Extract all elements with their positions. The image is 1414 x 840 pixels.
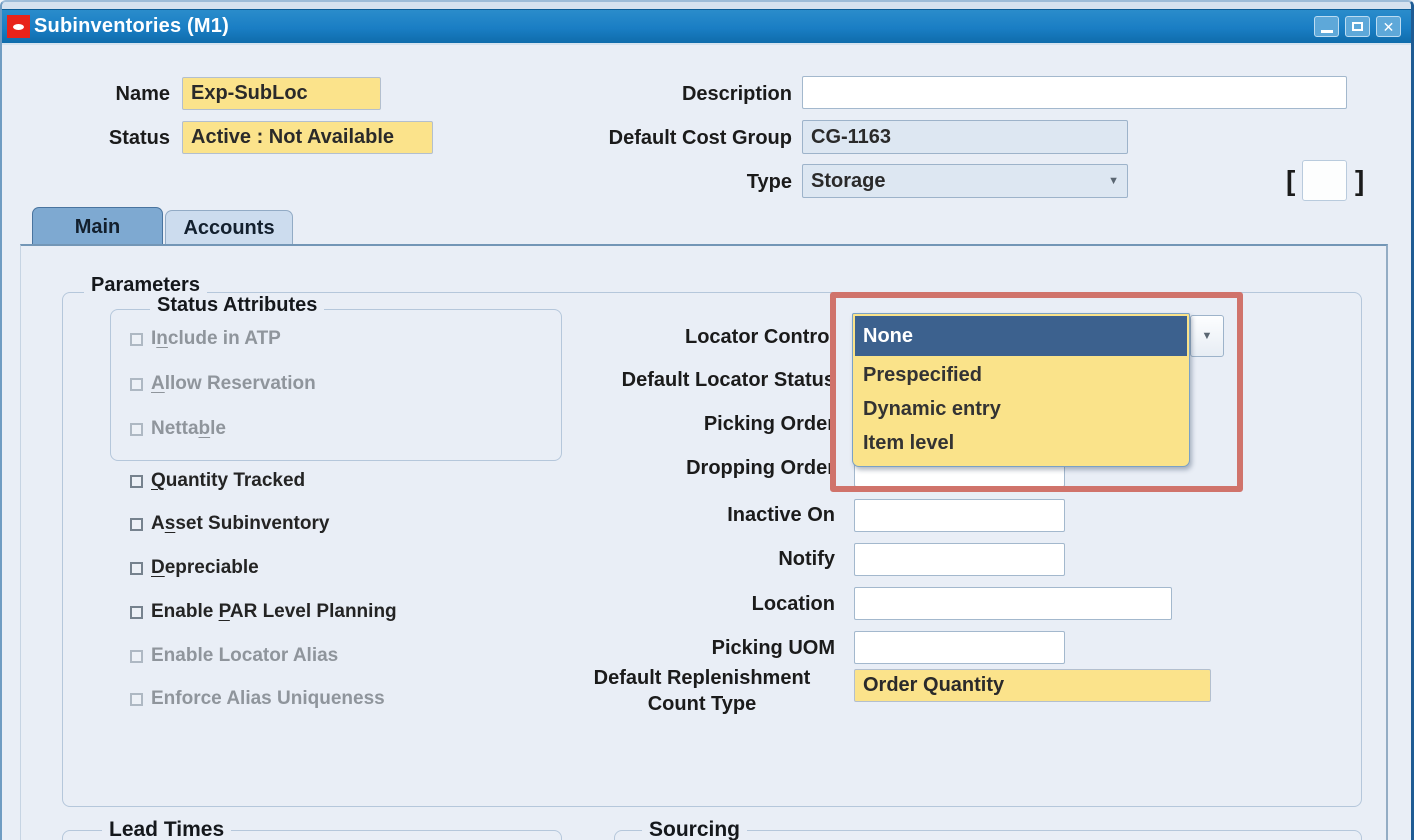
chevron-down-icon: ▼: [1202, 330, 1213, 342]
checkbox-label: Quantity Tracked: [151, 468, 305, 494]
locator-control-label: Locator Control: [562, 324, 835, 350]
label-line-2: Count Type: [557, 691, 847, 717]
maximize-icon: [1352, 22, 1363, 31]
picking-uom-field[interactable]: [854, 631, 1065, 664]
checkbox-allow-reservation: [130, 378, 143, 391]
checkbox-label: Depreciable: [151, 555, 259, 581]
label-line-1: Default Replenishment: [557, 665, 847, 691]
dropping-order-label: Dropping Order: [562, 455, 835, 481]
lead-times-title: Lead Times: [102, 818, 231, 840]
checkbox-label: Enable PAR Level Planning: [151, 599, 397, 625]
checkbox-asset-subinventory[interactable]: [130, 518, 143, 531]
picking-uom-label: Picking UOM: [562, 635, 835, 661]
default-replenishment-count-type-field[interactable]: Order Quantity: [854, 669, 1211, 702]
default-cost-group-field: CG-1163: [802, 120, 1128, 154]
subinventories-window: Subinventories (M1) ✕ Name Exp-SubLoc St…: [0, 0, 1414, 840]
default-locator-status-label: Default Locator Status: [562, 367, 835, 393]
location-label: Location: [562, 591, 835, 617]
descriptive-flexfield[interactable]: [1302, 160, 1347, 201]
checkbox-label: Asset Subinventory: [151, 511, 329, 537]
window-title: Subinventories (M1): [34, 15, 229, 38]
checkbox-enable-locator-alias: [130, 650, 143, 663]
type-label: Type: [562, 169, 792, 195]
checkbox-row-allow-reservation: Allow Reservation: [130, 371, 316, 397]
inactive-on-field[interactable]: [854, 499, 1065, 532]
dropdown-option-prespecified[interactable]: Prespecified: [855, 358, 1187, 392]
checkbox-enforce-alias-uniqueness: [130, 693, 143, 706]
status-field[interactable]: Active : Not Available: [182, 121, 433, 154]
checkbox-include-in-atp: [130, 333, 143, 346]
checkbox-label: Allow Reservation: [151, 371, 316, 397]
checkbox-label: Enforce Alias Uniqueness: [151, 686, 385, 712]
window-frame-strip: [2, 2, 1411, 9]
inactive-on-label: Inactive On: [562, 502, 835, 528]
dropdown-option-none[interactable]: None: [855, 316, 1187, 356]
close-button[interactable]: ✕: [1376, 16, 1401, 37]
name-label: Name: [42, 81, 170, 107]
flexfield-close-bracket: ]: [1355, 165, 1364, 197]
minimize-button[interactable]: [1314, 16, 1339, 37]
name-field[interactable]: Exp-SubLoc: [182, 77, 381, 110]
description-field[interactable]: [802, 76, 1347, 109]
chevron-down-icon: ▼: [1108, 165, 1119, 197]
status-label: Status: [42, 125, 170, 151]
type-value: Storage: [811, 170, 885, 192]
checkbox-quantity-tracked[interactable]: [130, 475, 143, 488]
checkbox-row-depreciable[interactable]: Depreciable: [130, 555, 259, 581]
locator-control-dropdown-list: None Prespecified Dynamic entry Item lev…: [852, 313, 1190, 467]
checkbox-row-quantity-tracked[interactable]: Quantity Tracked: [130, 468, 305, 494]
tab-accounts[interactable]: Accounts: [165, 210, 293, 245]
close-icon: ✕: [1383, 20, 1395, 34]
checkbox-row-nettable: Nettable: [130, 416, 226, 442]
type-dropdown[interactable]: Storage ▼: [802, 164, 1128, 198]
location-field[interactable]: [854, 587, 1172, 620]
checkbox-depreciable[interactable]: [130, 562, 143, 575]
dropdown-option-item-level[interactable]: Item level: [855, 426, 1187, 460]
notify-label: Notify: [562, 546, 835, 572]
minimize-icon: [1321, 30, 1333, 33]
checkbox-row-include-in-atp: Include in ATP: [130, 326, 281, 352]
oracle-logo-icon: [7, 15, 30, 38]
picking-order-label: Picking Order: [562, 411, 835, 437]
checkbox-label: Nettable: [151, 416, 226, 442]
dropdown-option-dynamic-entry[interactable]: Dynamic entry: [855, 392, 1187, 426]
checkbox-row-asset-subinventory[interactable]: Asset Subinventory: [130, 511, 329, 537]
checkbox-label: Include in ATP: [151, 326, 281, 352]
status-attributes-title: Status Attributes: [150, 294, 324, 317]
titlebar[interactable]: Subinventories (M1) ✕: [2, 9, 1411, 45]
tab-main[interactable]: Main: [32, 207, 163, 245]
checkbox-nettable: [130, 423, 143, 436]
checkbox-row-enable-par-level-planning[interactable]: Enable PAR Level Planning: [130, 599, 397, 625]
default-replenishment-count-type-label: Default Replenishment Count Type: [557, 665, 847, 717]
default-cost-group-label: Default Cost Group: [522, 125, 792, 151]
sourcing-title: Sourcing: [642, 818, 747, 840]
description-label: Description: [562, 81, 792, 107]
checkbox-row-enforce-alias-uniqueness: Enforce Alias Uniqueness: [130, 686, 385, 712]
checkbox-label: Enable Locator Alias: [151, 643, 338, 669]
flexfield-open-bracket: [: [1286, 165, 1295, 197]
maximize-button[interactable]: [1345, 16, 1370, 37]
checkbox-row-enable-locator-alias: Enable Locator Alias: [130, 643, 338, 669]
checkbox-enable-par-level-planning[interactable]: [130, 606, 143, 619]
notify-field[interactable]: [854, 543, 1065, 576]
locator-control-dropdown-button[interactable]: ▼: [1190, 315, 1224, 357]
